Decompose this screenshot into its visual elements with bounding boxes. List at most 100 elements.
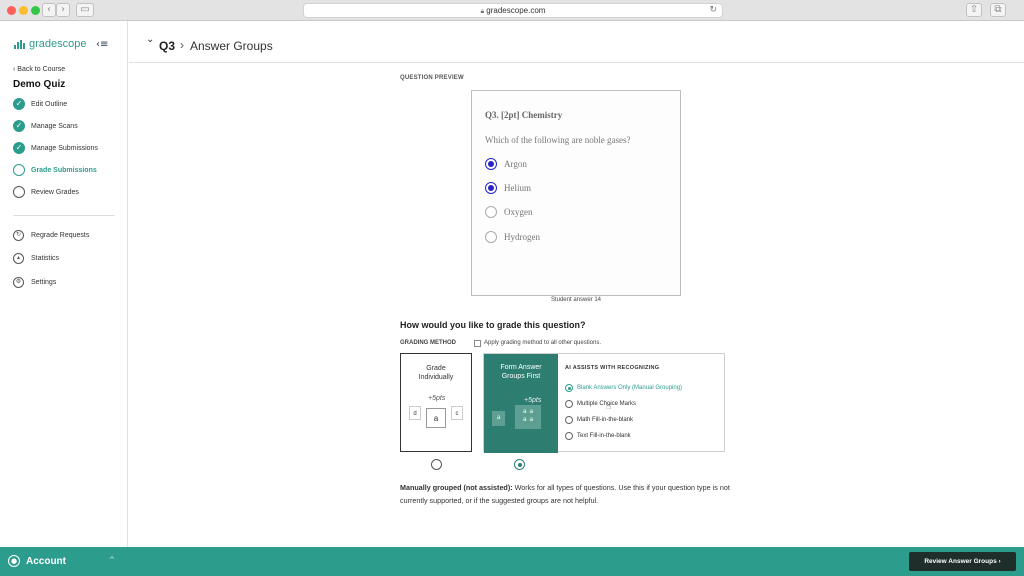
sidebar-item-regrade-requests[interactable]: ↻ Regrade Requests [13,228,89,242]
checkmark-icon: ✓ [13,120,25,132]
answer-thumbnail: a [426,408,446,428]
share-icon: ⇧ [969,4,979,15]
card-label-line: Groups First [501,373,541,380]
sidebar-item-edit-outline[interactable]: ✓ Edit Outline [13,97,67,111]
empty-bubble-icon [485,206,497,218]
answer-thumbnail: c [451,406,463,420]
sidebar-divider [13,215,115,216]
forward-button[interactable]: › [56,3,70,17]
ai-option-text-fill[interactable]: Text Fill-in-the-blank [565,431,631,441]
chevron-down-icon[interactable]: ⌄ [146,34,154,45]
minimize-window-button[interactable] [19,6,28,15]
sidebar-toggle-button[interactable]: ▭ [76,3,94,17]
browser-toolbar: ‹ › ▭ 🔒︎ gradescope.com ↻ ⇧ ⧉ [0,0,1024,21]
sidebar-item-label: Grade Submissions [31,166,97,174]
ai-option-blank-answers[interactable]: Blank Answers Only (Manual Grouping) [565,383,682,393]
group-letter: a [529,417,534,423]
preview-option: Argon [485,158,527,170]
close-window-button[interactable] [7,6,16,15]
page-title: Answer Groups [190,39,273,53]
grading-question-heading: How would you like to grade this questio… [400,320,586,330]
sidebar-item-label: Edit Outline [31,100,68,108]
collapse-menu-icon[interactable]: ‹≡ [96,39,108,50]
preview-option: Helium [485,182,531,194]
tabs-icon: ⧉ [994,4,1002,15]
score-scribble: +5pts [428,395,446,402]
chevron-up-icon[interactable]: ^ [109,556,115,564]
tabs-button[interactable]: ⧉ [990,3,1006,17]
gradescope-logo[interactable]: gradescope [14,38,87,50]
checkmark-icon: ✓ [13,142,25,154]
sidebar-item-manage-scans[interactable]: ✓ Manage Scans [13,119,78,133]
sidebar-item-label: Settings [31,278,57,286]
sidebar-item-label: Regrade Requests [31,231,90,239]
review-answer-groups-button[interactable]: Review Answer Groups › [909,552,1016,571]
checkmark-icon: ✓ [13,98,25,110]
account-icon[interactable]: ● [8,555,20,567]
back-button[interactable]: ‹ [42,3,56,17]
hand-cursor-icon: ☝ [606,402,612,412]
grade-individually-radio[interactable] [431,459,442,470]
ai-option-multiple-choice[interactable]: Multiple Choice Marks [565,399,636,409]
radio-icon [565,416,573,424]
preview-option-label: Helium [504,183,531,193]
url-text: gradescope.com [486,6,546,15]
method-description: Manually grouped (not assisted): Works f… [400,481,745,507]
share-button[interactable]: ⇧ [966,3,982,17]
preview-option-label: Argon [504,159,527,169]
preview-option: Oxygen [485,206,533,218]
form-answer-groups-card[interactable]: Form Answer Groups First +5pts a a a a a… [483,353,725,453]
statistics-icon: ▴ [13,252,24,264]
answer-thumbnail: d [409,406,421,420]
preview-question-title: Q3. [2pt] Chemistry [485,110,563,120]
student-answer-caption: Student answer 14 [550,297,602,303]
group-thumbnail: a [492,411,505,426]
pending-step-icon [13,186,25,198]
group-thumbnail: a a [515,408,541,416]
course-title: Demo Quiz [13,79,66,90]
maximize-window-button[interactable] [31,6,40,15]
group-letter: a [529,409,534,415]
sidebar-item-label: Manage Submissions [31,144,98,152]
grading-method-label: GRADING METHOD [400,340,456,346]
ai-assist-heading: AI ASSISTS WITH RECOGNIZING [565,365,660,371]
sidebar-item-label: Statistics [31,254,60,262]
footer-bar: ● Account ^ [0,547,1024,576]
page-header: ⌄ Q3 › Answer Groups [129,21,1024,63]
apply-to-all-checkbox[interactable] [474,340,481,347]
sidebar-item-label: Review Grades [31,188,79,196]
group-letter: a [522,417,527,423]
sidebar-item-grade-submissions[interactable]: Grade Submissions [13,163,97,177]
answer-groups-radio[interactable] [514,459,525,470]
address-bar[interactable]: 🔒︎ gradescope.com ↻ [303,3,723,18]
sidebar-item-review-grades[interactable]: Review Grades [13,185,79,199]
ai-option-math-fill[interactable]: Math Fill-in-the-blank [565,415,633,425]
chevron-left-icon: ‹ [47,4,51,15]
group-thumbnail: a a [515,416,541,424]
question-number[interactable]: Q3 [159,39,175,53]
sidebar-item-manage-submissions[interactable]: ✓ Manage Submissions [13,141,98,155]
preview-option: Hydrogen [485,231,540,243]
sidebar-item-statistics[interactable]: ▴ Statistics [13,251,59,265]
reload-icon[interactable]: ↻ [709,4,717,17]
card-label-line: Individually [418,374,454,381]
account-label[interactable]: Account [26,556,66,567]
answer-groups-illustration: Form Answer Groups First +5pts a a a a a [484,354,558,453]
breadcrumb-separator: › [180,38,184,52]
ai-option-label: Text Fill-in-the-blank [577,433,631,439]
grade-individually-label: Grade Individually [401,364,471,382]
logo-text: gradescope [29,38,87,50]
sidebar: gradescope ‹≡ ‹ Back to Course Demo Quiz… [0,21,128,547]
preview-question-text: Which of the following are noble gases? [485,135,631,145]
marked-bubble-icon [485,182,497,194]
regrade-icon: ↻ [13,229,24,241]
sidebar-item-settings[interactable]: ⚙ Settings [13,275,56,289]
preview-option-label: Oxygen [504,207,533,217]
score-scribble: +5pts [524,397,542,404]
apply-to-all-label[interactable]: Apply grading method to all other questi… [484,340,601,346]
question-preview-label: QUESTION PREVIEW [400,75,464,81]
back-to-course-link[interactable]: ‹ Back to Course [13,66,65,73]
grade-individually-card[interactable]: Grade Individually +5pts d a c [400,353,472,452]
sidebar-icon: ▭ [80,4,90,15]
group-letter: a [522,409,527,415]
